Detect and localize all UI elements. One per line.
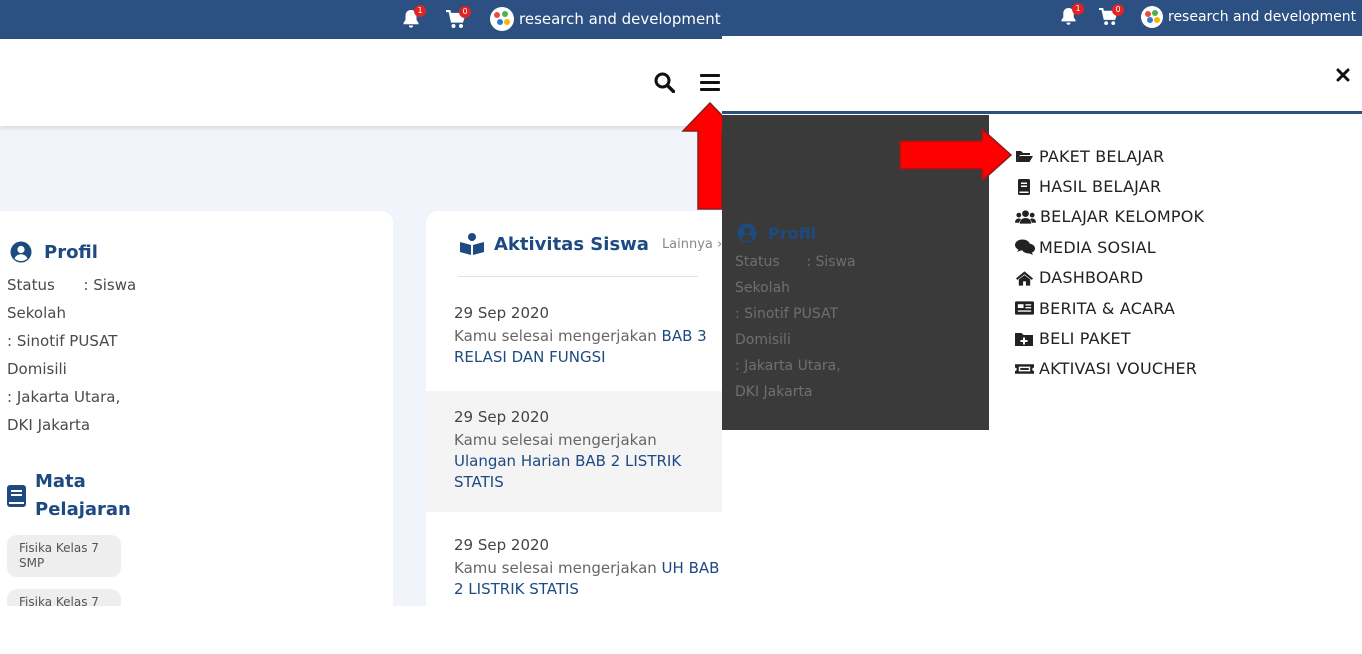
user-menu[interactable]: research and development ⌄ xyxy=(490,7,727,31)
top-bar: 1 0 research and development ⌄ xyxy=(722,0,1362,36)
main-menu: PAKET BELAJAR HASIL BELAJAR BELAJAR KELO… xyxy=(1015,141,1204,384)
activity-item[interactable]: 29 Sep 2020 Kamu selesai mengerjakan UH … xyxy=(426,513,727,606)
user-name: research and development xyxy=(1168,9,1357,25)
subject-pill[interactable]: Fisika Kelas 7 xyxy=(7,589,121,606)
cart-badge: 0 xyxy=(459,6,471,18)
profile-heading: Profil xyxy=(737,223,816,243)
subject-pill[interactable]: Fisika Kelas 7 SMP xyxy=(7,535,121,577)
activity-date: 29 Sep 2020 xyxy=(454,408,550,426)
notification-button[interactable]: 1 xyxy=(1060,3,1084,26)
sekolah-label: Sekolah xyxy=(735,280,791,296)
cart-button[interactable]: 0 xyxy=(1098,4,1124,26)
notification-badge: 1 xyxy=(1072,3,1084,15)
subjects-title: Mata xyxy=(35,471,86,492)
avatar xyxy=(490,7,514,31)
home-icon xyxy=(1015,271,1034,286)
activity-item[interactable]: 29 Sep 2020 Kamu selesai mengerjakan BAB… xyxy=(426,293,727,390)
domisili-label: Domisili xyxy=(7,360,67,378)
search-icon[interactable] xyxy=(654,72,675,93)
nav-bar xyxy=(0,39,727,126)
profile-heading: Profil xyxy=(10,241,98,263)
ticket-icon xyxy=(1015,364,1034,374)
activity-date: 29 Sep 2020 xyxy=(454,304,550,322)
domisili-label: Domisili xyxy=(735,332,791,348)
cart-badge: 0 xyxy=(1112,4,1124,16)
cart-button[interactable]: 0 xyxy=(445,6,471,29)
menu-item-belajar-kelompok[interactable]: BELAJAR KELOMPOK xyxy=(1015,202,1204,232)
user-name: research and development xyxy=(519,10,721,28)
subjects-heading: Mata Pelajaran xyxy=(7,468,131,524)
activity-date: 29 Sep 2020 xyxy=(454,536,550,554)
menu-item-label: BERITA & ACARA xyxy=(1039,298,1176,318)
menu-item-label: HASIL BELAJAR xyxy=(1039,177,1162,197)
top-bar: 1 0 research and development ⌄ xyxy=(0,0,727,39)
folder-plus-icon xyxy=(1015,332,1033,346)
menu-item-media-sosial[interactable]: MEDIA SOSIAL xyxy=(1015,232,1204,262)
sekolah-value: : Sinotif PUSAT xyxy=(7,332,118,350)
close-icon[interactable] xyxy=(1336,68,1350,82)
notification-button[interactable]: 1 xyxy=(402,5,426,29)
menu-item-hasil-belajar[interactable]: HASIL BELAJAR xyxy=(1015,171,1204,201)
book-icon xyxy=(7,485,26,507)
screenshot-stage: 1 0 research and development ⌄ Profil xyxy=(0,0,1362,654)
users-icon xyxy=(1015,210,1036,224)
red-arrow-right xyxy=(899,127,1013,183)
comments-icon xyxy=(1015,239,1035,256)
newspaper-icon xyxy=(1015,301,1034,315)
menu-item-label: AKTIVASI VOUCHER xyxy=(1039,359,1198,379)
domisili-value-2: DKI Jakarta xyxy=(735,384,813,400)
profile-info: Status : Siswa Sekolah : Sinotif PUSAT D… xyxy=(735,249,856,405)
activity-item[interactable]: 29 Sep 2020 Kamu selesai mengerjakan Ula… xyxy=(426,391,727,512)
menu-item-aktivasi-voucher[interactable]: AKTIVASI VOUCHER xyxy=(1015,354,1204,384)
menu-item-paket-belajar[interactable]: PAKET BELAJAR xyxy=(1015,141,1204,171)
menu-item-beli-paket[interactable]: BELI PAKET xyxy=(1015,323,1204,353)
activity-text: Kamu selesai mengerjakan Ulangan Harian … xyxy=(454,431,682,491)
menu-item-label: BELAJAR KELOMPOK xyxy=(1040,207,1205,227)
more-link[interactable]: Lainnya › xyxy=(662,237,722,252)
subjects-title-2: Pelajaran xyxy=(35,499,131,520)
user-circle-icon xyxy=(10,241,32,263)
activity-text: Kamu selesai mengerjakan UH BAB 2 LISTRI… xyxy=(454,559,720,598)
activity-text: Kamu selesai mengerjakan BAB 3 RELASI DA… xyxy=(454,327,707,366)
activity-heading: Aktivitas Siswa Lainnya › xyxy=(460,233,722,255)
activity-card: Aktivitas Siswa Lainnya › 29 Sep 2020 Ka… xyxy=(426,211,727,606)
dashboard-panel: 1 0 research and development ⌄ Profil xyxy=(0,0,727,606)
user-menu[interactable]: research and development ⌄ xyxy=(1141,6,1362,28)
menu-header xyxy=(722,36,1362,114)
domisili-value-2: DKI Jakarta xyxy=(7,416,91,434)
menu-item-label: BELI PAKET xyxy=(1039,329,1131,349)
sekolah-label: Sekolah xyxy=(7,304,66,322)
profile-info: Status : Siswa Sekolah : Sinotif PUSAT D… xyxy=(7,271,136,439)
hamburger-menu-icon[interactable] xyxy=(700,74,720,91)
profile-title: Profil xyxy=(44,241,98,263)
folder-open-icon xyxy=(1016,151,1033,163)
book-icon xyxy=(1018,178,1030,195)
activity-title: Aktivitas Siswa xyxy=(494,233,649,255)
status-text: Status : Siswa xyxy=(735,254,856,270)
menu-item-dashboard[interactable]: DASHBOARD xyxy=(1015,263,1204,293)
divider xyxy=(458,276,698,277)
avatar xyxy=(1141,6,1163,28)
status-text: Status : Siswa xyxy=(7,276,137,294)
profile-title: Profil xyxy=(768,223,816,243)
reader-icon xyxy=(460,233,484,255)
menu-item-label: MEDIA SOSIAL xyxy=(1039,237,1156,257)
menu-item-label: DASHBOARD xyxy=(1039,268,1144,288)
menu-item-label: PAKET BELAJAR xyxy=(1039,146,1165,166)
sekolah-value: : Sinotif PUSAT xyxy=(735,306,839,322)
menu-panel: 1 0 research and development ⌄ Profil xyxy=(722,0,1362,654)
menu-item-berita-acara[interactable]: BERITA & ACARA xyxy=(1015,293,1204,323)
user-circle-icon xyxy=(737,223,757,243)
domisili-value: : Jakarta Utara, xyxy=(735,358,841,374)
notification-badge: 1 xyxy=(414,5,426,17)
domisili-value: : Jakarta Utara, xyxy=(7,388,121,406)
